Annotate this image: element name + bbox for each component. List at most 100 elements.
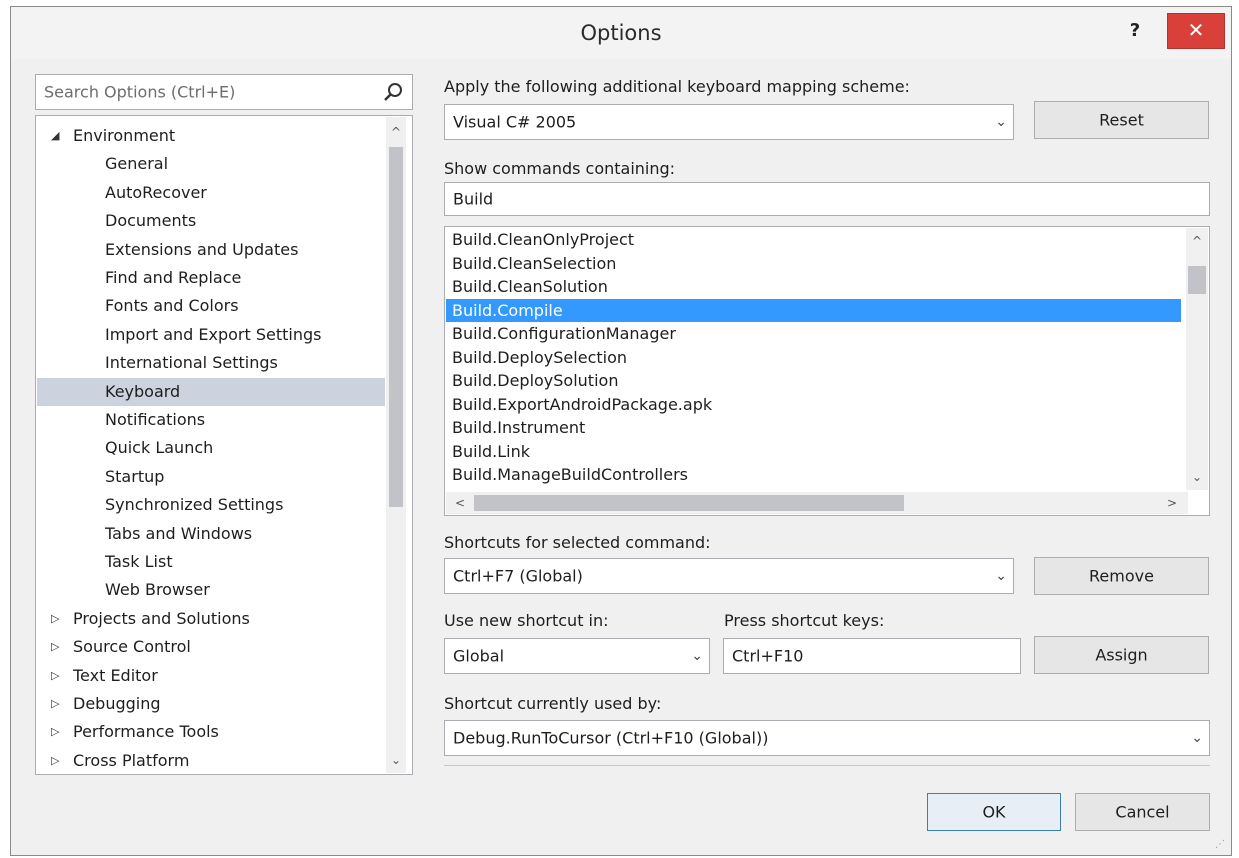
tree-item[interactable]: International Settings — [37, 349, 385, 377]
tree-scroll-thumb[interactable] — [389, 147, 403, 507]
scroll-down-icon[interactable]: ⌄ — [1186, 468, 1208, 486]
options-dialog: Options ? ✕ Search Options (Ctrl+E) ◢ Env… — [10, 6, 1232, 856]
commands-hscroll-thumb[interactable] — [474, 495, 904, 511]
cancel-button[interactable]: Cancel — [1075, 793, 1210, 831]
assign-button-label: Assign — [1095, 645, 1148, 665]
resize-grip-icon[interactable]: ⋰ — [1215, 839, 1227, 851]
command-item[interactable]: Build.CleanOnlyProject — [446, 228, 1181, 251]
shortcuts-select[interactable]: Ctrl+F7 (Global) ⌄ — [444, 558, 1014, 594]
scheme-label: Apply the following additional keyboard … — [444, 77, 910, 96]
collapsed-arrow-icon[interactable]: ▷ — [51, 718, 65, 746]
expanded-arrow-icon[interactable]: ◢ — [51, 122, 65, 150]
shortcuts-label: Shortcuts for selected command: — [444, 533, 711, 552]
press-keys-value: Ctrl+F10 — [732, 646, 804, 666]
tree-item-label: General — [105, 154, 169, 174]
tree-item[interactable]: ◢ Environment — [37, 122, 385, 150]
tree-item-label: Source Control — [73, 637, 191, 657]
tree-item[interactable]: Notifications — [37, 406, 385, 434]
tree-item[interactable]: Find and Replace — [37, 264, 385, 292]
press-keys-label: Press shortcut keys: — [724, 611, 885, 630]
close-button[interactable]: ✕ — [1167, 13, 1225, 49]
show-commands-input[interactable]: Build — [444, 182, 1210, 216]
tree-item-label: Startup — [105, 466, 165, 486]
tree-item[interactable]: AutoRecover — [37, 179, 385, 207]
tree-item[interactable]: Keyboard — [37, 377, 385, 406]
tree-item[interactable]: ▷ Source Control — [37, 633, 385, 661]
tree-item-label: Projects and Solutions — [73, 608, 250, 628]
tree-item[interactable]: ▷ Cross Platform — [37, 747, 385, 774]
ok-button[interactable]: OK — [927, 793, 1061, 831]
command-item[interactable]: Build.DeploySolution — [446, 369, 1181, 392]
tree-item[interactable]: ▷ Projects and Solutions — [37, 605, 385, 633]
reset-button[interactable]: Reset — [1034, 101, 1209, 139]
cancel-button-label: Cancel — [1115, 802, 1170, 822]
tree-item[interactable]: Task List — [37, 548, 385, 576]
command-item[interactable]: Build.CleanSolution — [446, 275, 1181, 298]
commands-vscrollbar[interactable]: ^ ⌄ — [1186, 228, 1208, 490]
tree-item-label: Documents — [105, 211, 197, 231]
search-options-input[interactable]: Search Options (Ctrl+E) — [35, 74, 413, 110]
tree-item[interactable]: ▷ Text Editor — [37, 662, 385, 690]
tree-item-label: Quick Launch — [105, 438, 214, 458]
close-icon: ✕ — [1187, 18, 1205, 42]
commands-vscroll-thumb[interactable] — [1188, 266, 1206, 294]
collapsed-arrow-icon[interactable]: ▷ — [51, 690, 65, 718]
tree-item[interactable]: Import and Export Settings — [37, 321, 385, 349]
show-commands-value: Build — [453, 189, 494, 209]
chevron-down-icon: ⌄ — [995, 114, 1007, 130]
command-item[interactable]: Build.DeploySelection — [446, 346, 1181, 369]
commands-hscrollbar[interactable]: < > — [446, 492, 1188, 514]
scroll-right-icon[interactable]: > — [1162, 494, 1182, 512]
reset-button-label: Reset — [1099, 110, 1144, 130]
tree-item[interactable]: Startup — [37, 463, 385, 491]
tree-item[interactable]: ▷ Performance Tools — [37, 718, 385, 746]
tree-scrollbar[interactable]: ^ ⌄ — [386, 117, 406, 773]
scroll-up-icon[interactable]: ^ — [386, 123, 406, 141]
command-item[interactable]: Build.Compile — [446, 298, 1181, 322]
tree-item[interactable]: ▷ Debugging — [37, 690, 385, 718]
tree-item[interactable]: Tabs and Windows — [37, 520, 385, 548]
dialog-title: Options — [580, 21, 662, 45]
scroll-down-icon[interactable]: ⌄ — [386, 751, 406, 769]
tree-item[interactable]: Web Browser — [37, 576, 385, 604]
tree-item-label: Import and Export Settings — [105, 324, 322, 344]
collapsed-arrow-icon[interactable]: ▷ — [51, 605, 65, 633]
used-by-select[interactable]: Debug.RunToCursor (Ctrl+F10 (Global)) ⌄ — [444, 720, 1210, 756]
tree-item[interactable]: Synchronized Settings — [37, 491, 385, 519]
command-item[interactable]: Build.Instrument — [446, 416, 1181, 439]
collapsed-arrow-icon[interactable]: ▷ — [51, 747, 65, 774]
scroll-up-icon[interactable]: ^ — [1186, 232, 1208, 250]
tree-item[interactable]: Documents — [37, 207, 385, 235]
tree-item-label: Environment — [73, 126, 176, 145]
options-tree: ◢ Environment General AutoRecover Documents E… — [35, 115, 413, 775]
tree-item-label: Fonts and Colors — [105, 296, 239, 316]
use-in-select[interactable]: Global ⌄ — [444, 638, 710, 674]
collapsed-arrow-icon[interactable]: ▷ — [51, 662, 65, 690]
show-commands-label: Show commands containing: — [444, 159, 676, 178]
remove-button[interactable]: Remove — [1034, 557, 1209, 595]
scroll-left-icon[interactable]: < — [450, 494, 470, 512]
ok-button-label: OK — [982, 802, 1006, 822]
used-by-label: Shortcut currently used by: — [444, 694, 662, 713]
command-item[interactable]: Build.ExportAndroidPackage.apk — [446, 393, 1181, 416]
tree-item[interactable]: General — [37, 150, 385, 178]
commands-list[interactable]: Build.CleanOnlyProject Build.CleanSelecti… — [444, 226, 1210, 516]
chevron-down-icon: ⌄ — [995, 568, 1007, 584]
tree-item[interactable]: Extensions and Updates — [37, 236, 385, 264]
collapsed-arrow-icon[interactable]: ▷ — [51, 633, 65, 661]
assign-button[interactable]: Assign — [1034, 636, 1209, 674]
command-item[interactable]: Build.Link — [446, 440, 1181, 463]
command-item[interactable]: Build.ConfigurationManager — [446, 322, 1181, 345]
scheme-select[interactable]: Visual C# 2005 ⌄ — [444, 104, 1014, 140]
chevron-down-icon: ⌄ — [1191, 730, 1203, 746]
tree-item[interactable]: Quick Launch — [37, 434, 385, 462]
tree-item[interactable]: Fonts and Colors — [37, 292, 385, 320]
search-icon[interactable] — [382, 81, 404, 103]
command-item[interactable]: Build.CleanSelection — [446, 252, 1181, 275]
press-shortcut-input[interactable]: Ctrl+F10 — [723, 638, 1021, 674]
tree-item-label: Notifications — [105, 410, 206, 429]
tree-item-label: Web Browser — [105, 580, 210, 600]
command-item[interactable]: Build.ManageBuildControllers — [446, 463, 1181, 486]
tree-item-label: Task List — [105, 552, 173, 571]
help-button[interactable]: ? — [1118, 15, 1152, 47]
